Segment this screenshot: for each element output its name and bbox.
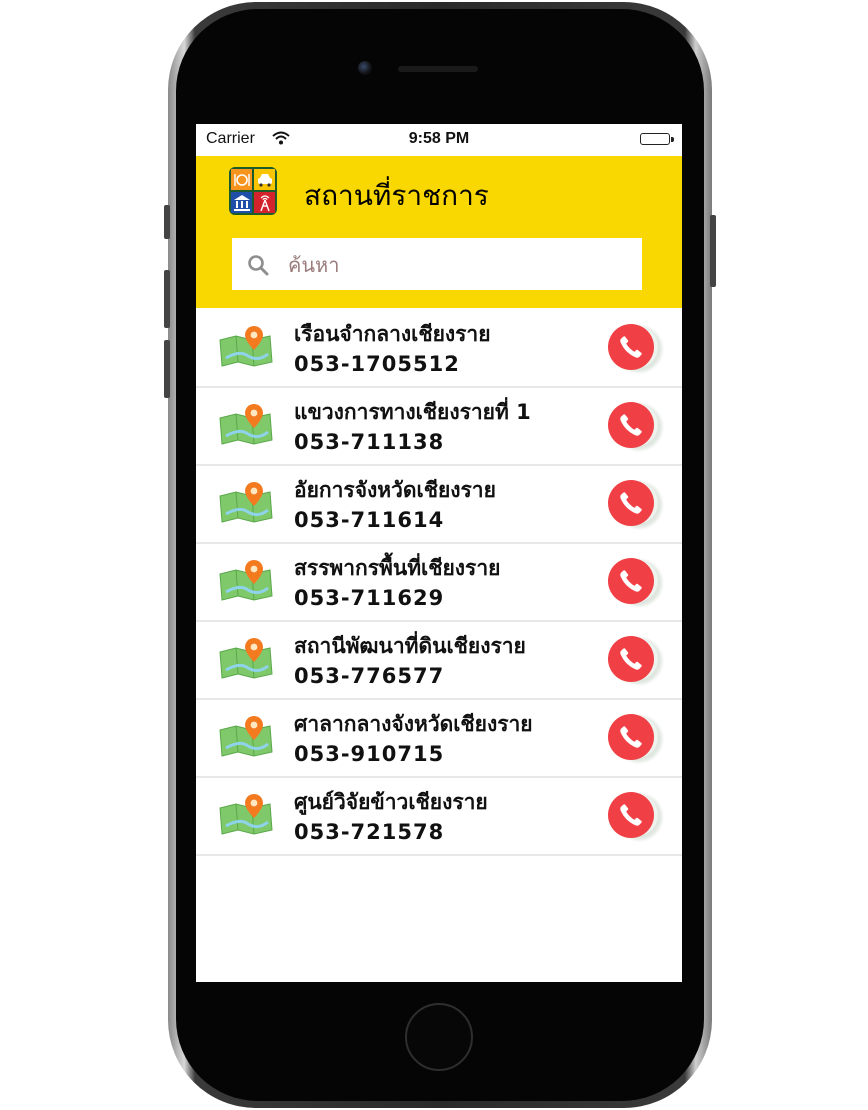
home-button[interactable] xyxy=(405,1003,473,1071)
list-item[interactable]: ศูนย์วิจัยข้าวเชียงราย 053-721578 xyxy=(196,778,682,856)
place-name: ศูนย์วิจัยข้าวเชียงราย xyxy=(294,790,488,814)
call-button[interactable] xyxy=(608,480,654,526)
status-bar: Carrier 9:58 PM xyxy=(196,124,682,156)
place-name: สถานีพัฒนาที่ดินเชียงราย xyxy=(294,634,526,658)
antenna-tower-icon xyxy=(254,192,275,213)
call-button[interactable] xyxy=(608,636,654,682)
app-screen: Carrier 9:58 PM สถานที่ราชการ ค้นหา เรือ… xyxy=(196,124,682,982)
place-phone: 053-711614 xyxy=(294,508,445,532)
phone-icon xyxy=(620,336,642,358)
phone-icon xyxy=(620,492,642,514)
search-bar[interactable] xyxy=(232,238,642,292)
call-button[interactable] xyxy=(608,714,654,760)
volume-up-button xyxy=(164,270,170,328)
map-pin-icon xyxy=(219,404,273,445)
call-button[interactable] xyxy=(608,324,654,370)
map-pin-icon xyxy=(219,560,273,601)
government-building-icon xyxy=(231,192,252,213)
page-title: สถานที่ราชการ xyxy=(304,179,489,212)
app-header: สถานที่ราชการ xyxy=(196,156,682,308)
places-list: เรือนจำกลางเชียงราย 053-1705512 แขวงการท… xyxy=(196,310,682,856)
list-item[interactable]: สรรพากรพื้นที่เชียงราย 053-711629 xyxy=(196,544,682,622)
place-phone: 053-711138 xyxy=(294,430,445,454)
search-icon xyxy=(248,255,269,276)
map-pin-icon xyxy=(219,794,273,835)
list-item[interactable]: แขวงการทางเชียงรายที่ 1 053-711138 xyxy=(196,388,682,466)
map-pin-icon xyxy=(219,716,273,757)
call-button[interactable] xyxy=(608,558,654,604)
phone-icon xyxy=(620,414,642,436)
place-name: แขวงการทางเชียงรายที่ 1 xyxy=(294,400,531,424)
battery-icon xyxy=(640,133,674,145)
mute-switch xyxy=(164,205,170,239)
phone-icon xyxy=(620,570,642,592)
place-phone: 053-711629 xyxy=(294,586,445,610)
power-button xyxy=(710,215,716,287)
utensils-icon xyxy=(231,169,252,190)
app-logo-icon xyxy=(229,167,277,215)
map-pin-icon xyxy=(219,326,273,367)
list-item[interactable]: สถานีพัฒนาที่ดินเชียงราย 053-776577 xyxy=(196,622,682,700)
call-button[interactable] xyxy=(608,402,654,448)
call-button[interactable] xyxy=(608,792,654,838)
place-name: ศาลากลางจังหวัดเชียงราย xyxy=(294,712,533,736)
phone-icon xyxy=(620,648,642,670)
map-pin-icon xyxy=(219,638,273,679)
place-phone: 053-776577 xyxy=(294,664,445,688)
earpiece xyxy=(398,66,478,72)
place-name: เรือนจำกลางเชียงราย xyxy=(294,322,491,346)
place-phone: 053-1705512 xyxy=(294,352,460,376)
map-pin-icon xyxy=(219,482,273,523)
list-item[interactable]: ศาลากลางจังหวัดเชียงราย 053-910715 xyxy=(196,700,682,778)
volume-down-button xyxy=(164,340,170,398)
car-icon xyxy=(254,169,275,190)
place-phone: 053-910715 xyxy=(294,742,445,766)
list-item[interactable]: อัยการจังหวัดเชียงราย 053-711614 xyxy=(196,466,682,544)
status-time: 9:58 PM xyxy=(408,130,470,147)
search-input[interactable] xyxy=(286,238,630,292)
phone-icon xyxy=(620,804,642,826)
front-camera xyxy=(358,61,372,75)
place-name: อัยการจังหวัดเชียงราย xyxy=(294,478,496,502)
phone-icon xyxy=(620,726,642,748)
place-phone: 053-721578 xyxy=(294,820,445,844)
place-name: สรรพากรพื้นที่เชียงราย xyxy=(294,556,501,580)
list-item[interactable]: เรือนจำกลางเชียงราย 053-1705512 xyxy=(196,310,682,388)
